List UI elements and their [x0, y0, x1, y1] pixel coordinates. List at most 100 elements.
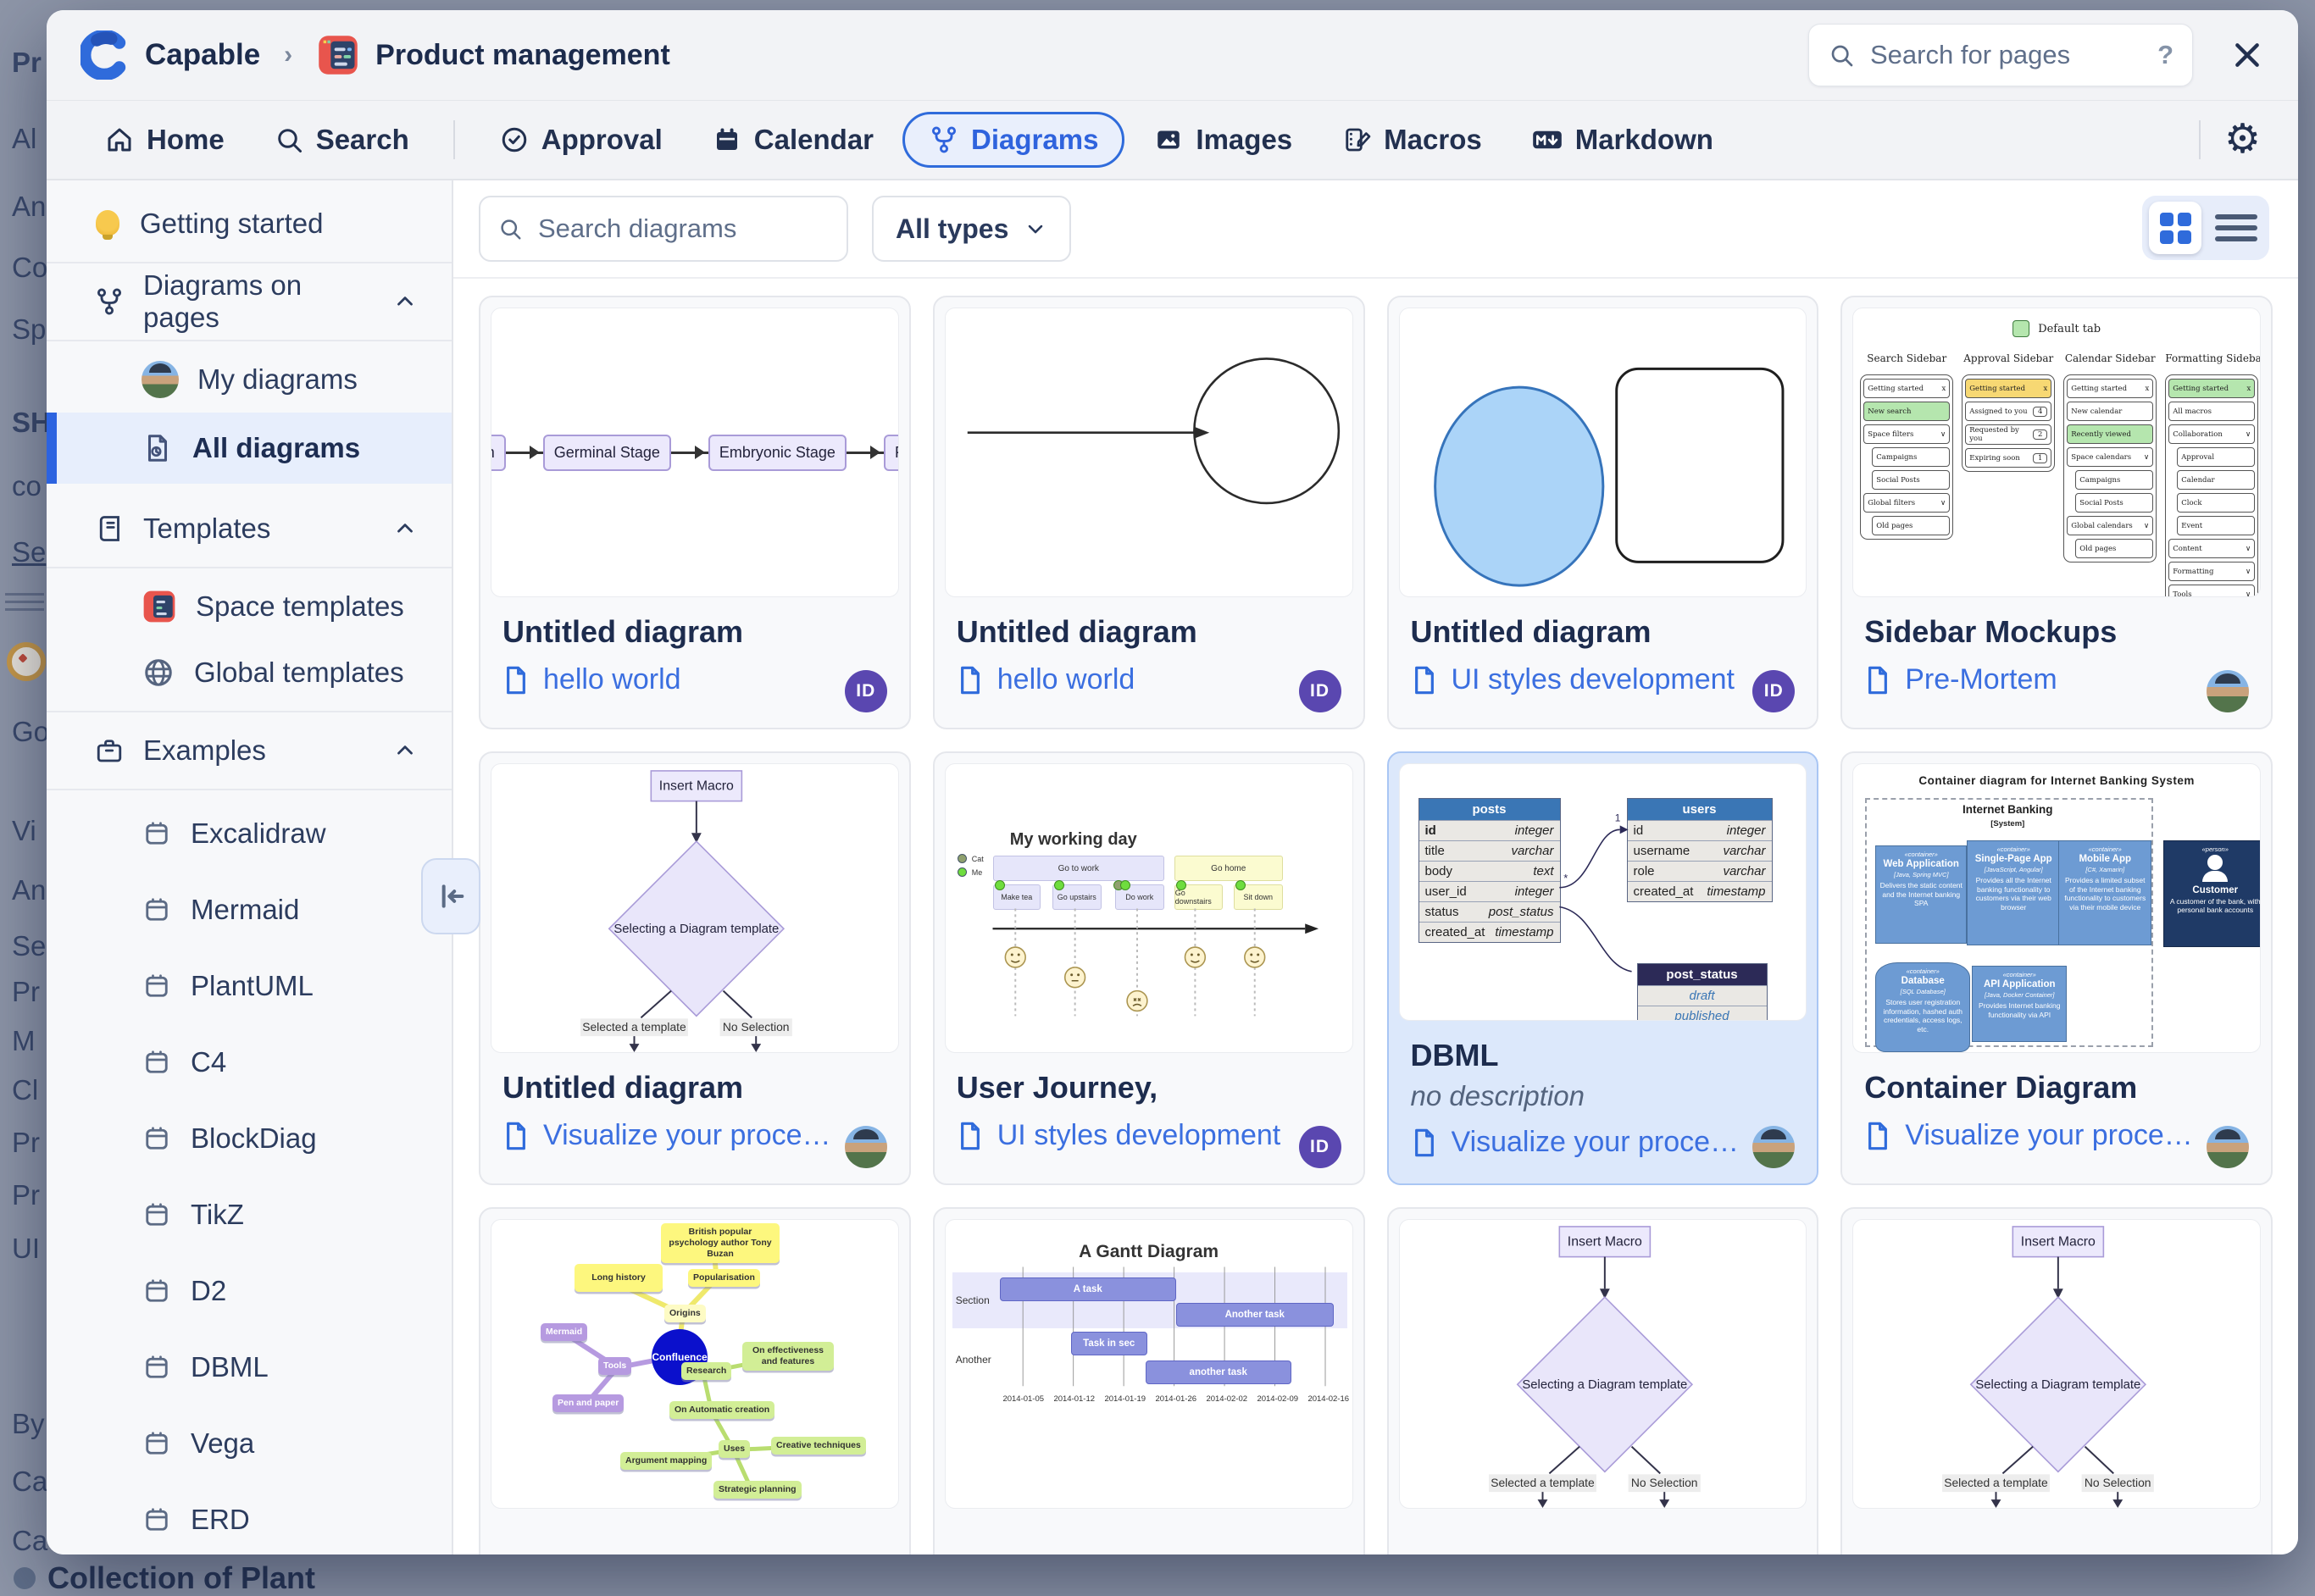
- diagram-card[interactable]: A Gantt Diagram A task Another task: [933, 1207, 1365, 1554]
- nav-divider: [453, 120, 455, 159]
- diagram-card[interactable]: Untitled diagram hello world ID: [933, 296, 1365, 729]
- mindmap-node: Pen and paper: [552, 1394, 624, 1412]
- tab-home[interactable]: Home: [84, 112, 245, 168]
- tab-search[interactable]: Search: [253, 112, 430, 168]
- tab-diagrams[interactable]: Diagrams: [902, 112, 1124, 168]
- bg-item: Vi: [12, 815, 36, 847]
- relation-one: 1: [1614, 812, 1620, 823]
- id-badge: ID: [1752, 670, 1795, 712]
- bg-bottom-text: Collection of Plant: [14, 1560, 315, 1596]
- grid-view-button[interactable]: [2149, 202, 2201, 254]
- diagram-search-input[interactable]: [536, 213, 830, 245]
- page-icon: [957, 665, 984, 695]
- gear-icon[interactable]: ⚙: [2224, 119, 2261, 160]
- bg-item: Ca: [12, 1466, 47, 1498]
- card-footer: User Journey, UI styles development ID: [935, 1063, 1363, 1183]
- bg-item: An: [12, 191, 46, 223]
- mockup-item: Old pages: [2075, 539, 2153, 558]
- card-page-link[interactable]: hello world: [502, 663, 887, 696]
- sidebar-item-example[interactable]: PlantUML: [47, 948, 452, 1024]
- card-page-link[interactable]: UI styles development: [1411, 663, 1796, 696]
- sidebar-item-all-diagrams[interactable]: All diagrams: [47, 413, 452, 484]
- tab-approval[interactable]: Approval: [479, 112, 683, 168]
- mindmap-node: Uses: [719, 1440, 750, 1458]
- sidebar-item-example[interactable]: C4: [47, 1024, 452, 1100]
- close-icon[interactable]: [2230, 38, 2264, 72]
- mockup-column: Approval Sidebar Getting startedxAssigne…: [1962, 352, 2055, 472]
- boundary-label: Internet Banking[System]: [1865, 803, 2150, 828]
- sidebar-item-example[interactable]: BlockDiag: [47, 1100, 452, 1177]
- screen: { "bg": { "items": [ {"t":"Pr"},{"t":"Al…: [0, 0, 2315, 1586]
- diagram-thumbnail: Insert Macro Selecting a Diagram templat…: [1852, 1219, 2261, 1509]
- diagram-card[interactable]: Insert Macro Selecting a Diagram templat…: [1387, 1207, 1819, 1554]
- card-page-link[interactable]: Visualize your processes...: [1411, 1126, 1796, 1159]
- diagram-card[interactable]: Default tab Search Sidebar Getting start…: [1840, 296, 2273, 729]
- tab-calendar[interactable]: Calendar: [691, 112, 894, 168]
- tab-macros[interactable]: Macros: [1321, 112, 1502, 168]
- mindmap-node: On effectiveness and features: [742, 1342, 834, 1371]
- bg-item: Co: [12, 252, 47, 284]
- diagram-card[interactable]: British popular psychology author Tony B…: [479, 1207, 911, 1554]
- card-page-link[interactable]: UI styles development: [957, 1119, 1341, 1152]
- diagram-card[interactable]: My working day Cat Me Go to work Go home…: [933, 751, 1365, 1185]
- sidebar-item-global-templates[interactable]: Global templates: [47, 640, 452, 706]
- avatar-badge: [1752, 1126, 1795, 1168]
- sidebar-item-example[interactable]: DBML: [47, 1329, 452, 1405]
- dbml-relations: * 1: [1400, 764, 1807, 1017]
- sidebar-item-example[interactable]: Vega: [47, 1405, 452, 1482]
- mockup-item: Formatting∨: [2168, 562, 2255, 581]
- diagram-search[interactable]: [479, 196, 848, 262]
- approval-icon: [499, 125, 530, 155]
- diagram-card[interactable]: Untitled diagram UI styles development I…: [1387, 296, 1819, 729]
- sidebar-item-example[interactable]: TikZ: [47, 1177, 452, 1253]
- example-card-icon: [142, 1505, 172, 1535]
- diagram-card[interactable]: Insert Macro Selecting a Diagram templat…: [479, 751, 911, 1185]
- sidebar-item-getting-started[interactable]: Getting started: [47, 191, 452, 257]
- breadcrumb-space[interactable]: Product management: [375, 39, 670, 72]
- example-card-icon: [142, 1276, 172, 1306]
- page-icon: [1864, 665, 1891, 695]
- sidebar-item-my-diagrams[interactable]: My diagrams: [47, 346, 452, 413]
- container-mobile-app: «container»Mobile App[C#, Xamarin]Provid…: [2058, 840, 2151, 945]
- sidebar-collapse-button[interactable]: [421, 858, 480, 934]
- page-search-input[interactable]: [1868, 39, 2144, 71]
- list-view-button[interactable]: [2215, 214, 2257, 241]
- tab-markdown[interactable]: Markdown: [1511, 112, 1734, 168]
- chevron-up-icon: [392, 289, 418, 314]
- bg-item: Pr: [12, 47, 42, 79]
- type-filter-select[interactable]: All types: [872, 196, 1071, 262]
- card-footer: Container Diagram Visualize your process…: [1842, 1063, 2271, 1183]
- example-card-icon: [142, 895, 172, 925]
- card-page-link[interactable]: Pre-Mortem: [1864, 663, 2249, 696]
- bg-item: Se: [12, 536, 46, 568]
- card-page-link[interactable]: hello world: [957, 663, 1341, 696]
- diagram-card[interactable]: Insert Macro Selecting a Diagram templat…: [1840, 1207, 2273, 1554]
- chevron-up-icon: [392, 738, 418, 763]
- sidebar-item-space-templates[interactable]: Space templates: [47, 574, 452, 640]
- diagram-card[interactable]: Container diagram for Internet Banking S…: [1840, 751, 2273, 1185]
- diagrams-main: All types Fertilization: [453, 180, 2298, 1554]
- flow-arrow: [847, 452, 884, 454]
- tab-images[interactable]: Images: [1133, 112, 1313, 168]
- sidebar-section-diagrams-on-pages[interactable]: Diagrams on pages: [47, 269, 452, 335]
- sidebar-item-example[interactable]: D2: [47, 1253, 452, 1329]
- mockup-item: Requested by you2: [1965, 424, 2051, 445]
- card-page-link[interactable]: Visualize your processes...: [1864, 1119, 2249, 1152]
- mindmap-node: Strategic planning: [713, 1481, 802, 1499]
- sidebar-section-examples[interactable]: Examples: [47, 718, 452, 784]
- card-footer: DBML no description Visualize your proce…: [1389, 1031, 1818, 1183]
- sidebar-item-example[interactable]: Excalidraw: [47, 795, 452, 872]
- calendar-icon: [712, 125, 742, 155]
- breadcrumb-app[interactable]: Capable: [145, 38, 260, 72]
- bg-item: Pr: [12, 976, 40, 1008]
- card-page-link[interactable]: Visualize your processes...: [502, 1119, 887, 1152]
- sidebar-section-templates[interactable]: Templates: [47, 496, 452, 562]
- diagram-card[interactable]: Fertilization Germinal Stage Embryonic S…: [479, 296, 911, 729]
- page-search[interactable]: ?: [1808, 24, 2193, 86]
- mockup-item: Getting startedx: [2168, 379, 2255, 398]
- sidebar-item-example[interactable]: Mermaid: [47, 872, 452, 948]
- svg-text:Selecting a Diagram template: Selecting a Diagram template: [1522, 1378, 1687, 1392]
- sidebar-item-example[interactable]: ERD: [47, 1482, 452, 1554]
- diagram-card-selected[interactable]: * 1 posts idintegertitlevarcharbodytextu…: [1387, 751, 1819, 1185]
- diagrams-sidebar: Getting started Diagrams on pages My dia…: [47, 180, 453, 1554]
